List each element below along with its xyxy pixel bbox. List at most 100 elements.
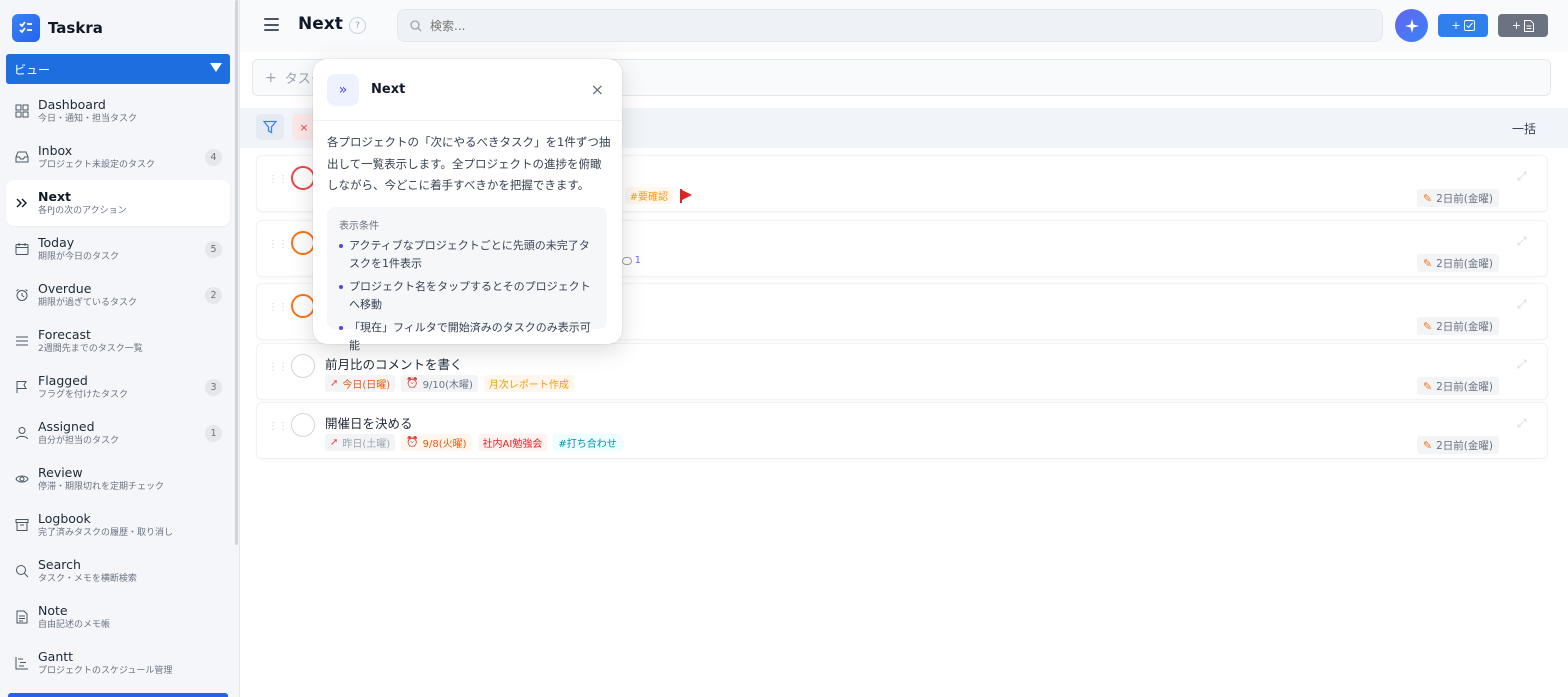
header: Next ? + + (240, 0, 1568, 52)
view-select[interactable]: ビュー (6, 54, 230, 84)
expand-icon[interactable]: ⤢ (1517, 358, 1529, 370)
sidebar-item-subtitle: 期限が今日のタスク (38, 252, 120, 262)
task-checkbox[interactable] (291, 354, 315, 378)
task-title[interactable]: 前月比のコメントを書く (325, 354, 463, 373)
sidebar-item-text: Flagged フラグを付けたタスク (38, 373, 128, 401)
expand-icon[interactable]: ⤢ (1517, 417, 1529, 429)
sidebar-item-inbox[interactable]: Inbox プロジェクト未設定のタスク 4 (6, 134, 230, 180)
task-checkbox[interactable] (291, 413, 315, 437)
sidebar-item-label: Gantt (38, 649, 74, 664)
count-badge: 5 (205, 241, 222, 258)
task-tag[interactable]: ⏰ 9/10(木曜) (401, 375, 478, 392)
expand-icon[interactable]: ⤢ (1517, 170, 1529, 182)
sidebar-item-text: Today 期限が今日のタスク (38, 235, 119, 263)
count-badge: 4 (205, 149, 222, 166)
plus-icon: + (265, 69, 277, 86)
task-meta: #要確認 (624, 187, 692, 204)
task-meta: ➚ 今日(日曜) ⏰ 9/10(木曜) 月次レポート作成 (325, 375, 574, 392)
sidebar-item-overdue[interactable]: Overdue 期限が過ぎているタスク 2 (6, 272, 230, 318)
pencil-icon: ✎ (1422, 256, 1433, 270)
bulk-action-button[interactable]: 一括 (1512, 120, 1536, 137)
task-tag[interactable]: ➚ 今日(日曜) (325, 375, 396, 392)
ai-assistant-button[interactable] (1395, 9, 1428, 42)
flag-icon[interactable] (679, 188, 692, 203)
updated-badge: ✎ 2日前(金曜) (1416, 189, 1499, 207)
close-icon[interactable]: × (591, 80, 604, 99)
task-tag-label: 昨日(土曜) (342, 439, 391, 450)
sidebar-item-review[interactable]: Review 停滞・期限切れを定期チェック (6, 456, 230, 502)
drag-handle-icon[interactable]: ⋮⋮ (268, 363, 288, 378)
pencil-icon: ✎ (1422, 438, 1433, 452)
sidebar-item-text: Forecast 2週間先までのタスク一覧 (38, 327, 143, 355)
sidebar-scrollbar[interactable] (235, 0, 238, 545)
task-tag[interactable]: #要確認 (624, 187, 673, 204)
filter-button[interactable] (256, 114, 284, 140)
task-checkbox[interactable] (291, 231, 315, 255)
search-bar[interactable] (397, 9, 1383, 42)
list-icon (14, 333, 30, 349)
alarm-clock-icon: ⏰ (406, 378, 419, 389)
sidebar-item-gantt[interactable]: Gantt プロジェクトのスケジュール管理 (6, 640, 230, 686)
sidebar-item-search[interactable]: Search タスク・メモを横断検索 (6, 548, 230, 594)
sidebar-item-label: Flagged (38, 373, 88, 388)
popover-description: 各プロジェクトの「次にやるべきタスク」を1件ずつ抽出して一覧表示します。全プロジ… (327, 135, 611, 192)
alarm-clock-icon (14, 287, 30, 303)
pencil-icon: ✎ (1422, 319, 1433, 333)
search-input[interactable] (430, 18, 1330, 33)
help-icon[interactable]: ? (349, 17, 366, 34)
drag-handle-icon[interactable]: ⋮⋮ (268, 175, 288, 190)
updated-label: 2日前(金曜) (1436, 320, 1493, 333)
count-badge: 3 (205, 379, 222, 396)
sidebar-item-logbook[interactable]: Logbook 完了済みタスクの履歴・取り消し (6, 502, 230, 548)
sidebar-item-text: Logbook 完了済みタスクの履歴・取り消し (38, 511, 173, 539)
updated-label: 2日前(金曜) (1436, 257, 1493, 270)
menu-icon[interactable] (264, 18, 279, 31)
task-checkbox[interactable] (291, 166, 315, 190)
updated-label: 2日前(金曜) (1436, 192, 1493, 205)
task-title[interactable]: 開催日を決める (325, 413, 413, 432)
sidebar-item-next[interactable]: Next 各PJの次のアクション (6, 180, 230, 226)
sidebar-item-subtitle: プロジェクトのスケジュール管理 (38, 666, 173, 676)
brand[interactable]: Taskra (0, 0, 239, 56)
sidebar: Taskra ビュー Dashboard 今日・通知・担当タスク Inbox プロジェ… (0, 0, 240, 697)
drag-handle-icon[interactable]: ⋮⋮ (268, 303, 288, 318)
sidebar-bottom-bar (8, 693, 228, 697)
drag-handle-icon[interactable]: ⋮⋮ (268, 240, 288, 255)
task-check-icon (1463, 20, 1475, 31)
task-tag-label: #要確認 (629, 192, 668, 203)
sidebar-item-label: Today (38, 235, 75, 250)
comment-count[interactable]: 1 (621, 255, 641, 266)
task-row[interactable]: ⋮⋮ 開催日を決める ➚ 昨日(土曜) ⏰ 9/8(火曜) 社内AI勉強会 #打ち合わせ ✎ 2日… (256, 402, 1548, 459)
drag-handle-icon[interactable]: ⋮⋮ (268, 422, 288, 437)
sidebar-item-text: Assigned 自分が担当のタスク (38, 419, 119, 447)
task-tag-label: #打ち合わせ (558, 439, 617, 450)
task-tag[interactable]: ⏰ 9/8(火曜) (401, 434, 472, 451)
sidebar-item-flagged[interactable]: Flagged フラグを付けたタスク 3 (6, 364, 230, 410)
task-tag[interactable]: 月次レポート作成 (483, 375, 574, 392)
rocket-icon: ➚ (330, 378, 339, 389)
task-tag[interactable]: 社内AI勉強会 (477, 434, 548, 451)
task-tag[interactable]: #打ち合わせ (553, 434, 622, 451)
chevrons-right-icon: » (327, 74, 359, 106)
sidebar-item-label: Logbook (38, 511, 91, 526)
sidebar-item-forecast[interactable]: Forecast 2週間先までのタスク一覧 (6, 318, 230, 364)
expand-icon[interactable]: ⤢ (1517, 298, 1529, 310)
sidebar-item-assigned[interactable]: Assigned 自分が担当のタスク 1 (6, 410, 230, 456)
pencil-icon: ✎ (1422, 379, 1433, 393)
task-tag-label: 社内AI勉強会 (482, 439, 543, 450)
popover-header: » Next × (313, 59, 622, 121)
task-checkbox[interactable] (291, 294, 315, 318)
add-note-button[interactable]: + (1498, 14, 1548, 37)
task-tag[interactable]: ➚ 昨日(土曜) (325, 434, 396, 451)
task-tag-label: 月次レポート作成 (488, 380, 569, 391)
sidebar-item-label: Overdue (38, 281, 92, 296)
expand-icon[interactable]: ⤢ (1517, 235, 1529, 247)
updated-badge: ✎ 2日前(金曜) (1416, 377, 1499, 395)
add-task-button[interactable]: + (1438, 14, 1488, 37)
sidebar-item-label: Note (38, 603, 68, 618)
sidebar-item-subtitle: 停滞・期限切れを定期チェック (38, 482, 165, 492)
sidebar-item-dashboard[interactable]: Dashboard 今日・通知・担当タスク (6, 88, 230, 134)
archive-icon (14, 517, 30, 533)
sidebar-item-today[interactable]: Today 期限が今日のタスク 5 (6, 226, 230, 272)
sidebar-item-note[interactable]: Note 自由記述のメモ帳 (6, 594, 230, 640)
